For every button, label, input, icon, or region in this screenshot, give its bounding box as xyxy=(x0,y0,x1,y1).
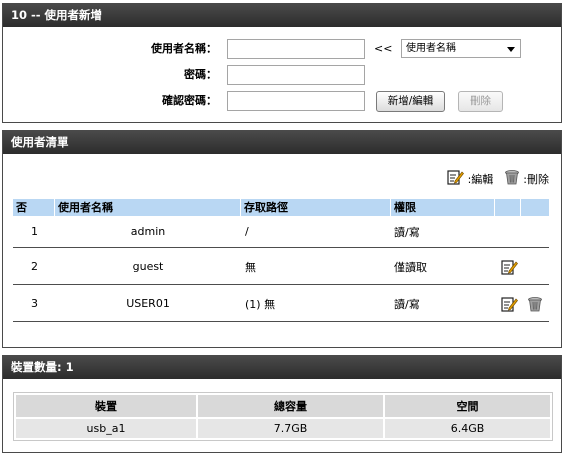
delete-button[interactable]: 刪除 xyxy=(458,91,503,112)
user-table-header: 否 使用者名稱 存取路徑 權限 xyxy=(13,199,549,216)
device-table: 裝置 總容量 空間 usb_a1 7.7GB 6.4GB xyxy=(13,392,553,441)
username-row: 使用者名稱： << 使用者名稱 xyxy=(3,39,561,59)
copy-arrows: << xyxy=(374,42,393,55)
row-path: 無 xyxy=(245,260,256,274)
row-permission: 讀/寫 xyxy=(394,297,420,311)
confirm-password-row: 確認密碼： 新增/編輯 刪除 xyxy=(3,91,561,112)
row-no: 3 xyxy=(31,297,38,310)
user-list-panel: 使用者清單 :編輯 :刪除 否 使用者名稱 存取路徑 權限 1 admin / … xyxy=(2,130,562,348)
add-user-panel: 10 -- 使用者新增 使用者名稱： << 使用者名稱 密碼： 確認密碼： 新增… xyxy=(2,3,562,123)
user-list-title: 使用者清單 xyxy=(3,131,561,154)
col-edit xyxy=(495,199,521,216)
col-free-space: 空間 xyxy=(385,395,550,417)
table-row: 2 guest 無 僅讀取 xyxy=(13,249,549,285)
device-free: 6.4GB xyxy=(385,419,550,438)
device-name: usb_a1 xyxy=(16,419,196,438)
col-device: 裝置 xyxy=(16,395,196,417)
add-user-title: 10 -- 使用者新增 xyxy=(3,4,561,27)
trash-icon[interactable] xyxy=(527,286,543,321)
col-permission: 權限 xyxy=(391,199,495,216)
table-row: 3 USER01 (1) 無 讀/寫 xyxy=(13,286,549,322)
row-username: USER01 xyxy=(126,297,170,310)
row-permission: 僅讀取 xyxy=(394,260,427,274)
device-capacity: 7.7GB xyxy=(198,419,383,438)
username-select-value: 使用者名稱 xyxy=(406,43,456,54)
legend-delete-label: :刪除 xyxy=(523,173,549,186)
col-delete xyxy=(521,199,549,216)
password-input[interactable] xyxy=(227,65,365,85)
col-total-capacity: 總容量 xyxy=(198,395,383,417)
row-no: 1 xyxy=(31,225,38,238)
table-row: 1 admin / 讀/寫 xyxy=(13,216,549,248)
password-label: 密碼： xyxy=(184,68,217,81)
row-permission: 讀/寫 xyxy=(394,225,420,239)
edit-icon[interactable] xyxy=(501,286,518,321)
device-count-title: 裝置數量: 1 xyxy=(3,356,561,379)
edit-icon xyxy=(447,169,465,191)
row-path: / xyxy=(245,225,249,238)
add-edit-button[interactable]: 新增/編輯 xyxy=(376,91,445,112)
confirm-password-input[interactable] xyxy=(227,91,365,111)
username-input[interactable] xyxy=(227,39,365,59)
trash-icon xyxy=(504,169,520,191)
col-path: 存取路徑 xyxy=(241,199,391,216)
row-no: 2 xyxy=(31,260,38,273)
username-label: 使用者名稱： xyxy=(151,42,217,55)
row-username: admin xyxy=(130,225,166,238)
chevron-down-icon xyxy=(507,47,515,52)
col-no: 否 xyxy=(13,199,55,216)
col-username: 使用者名稱 xyxy=(55,199,241,216)
confirm-password-label: 確認密碼： xyxy=(162,94,217,107)
device-panel: 裝置數量: 1 裝置 總容量 空間 usb_a1 7.7GB 6.4GB xyxy=(2,355,562,453)
username-select[interactable]: 使用者名稱 xyxy=(401,39,521,58)
password-row: 密碼： xyxy=(3,65,561,85)
device-table-header: 裝置 總容量 空間 xyxy=(16,395,550,417)
table-row: usb_a1 7.7GB 6.4GB xyxy=(16,419,550,438)
row-path: (1) 無 xyxy=(245,297,276,311)
row-username: guest xyxy=(132,260,164,273)
legend-edit-label: :編輯 xyxy=(467,173,494,186)
action-legend: :編輯 :刪除 xyxy=(447,169,549,191)
edit-icon[interactable] xyxy=(501,249,518,284)
